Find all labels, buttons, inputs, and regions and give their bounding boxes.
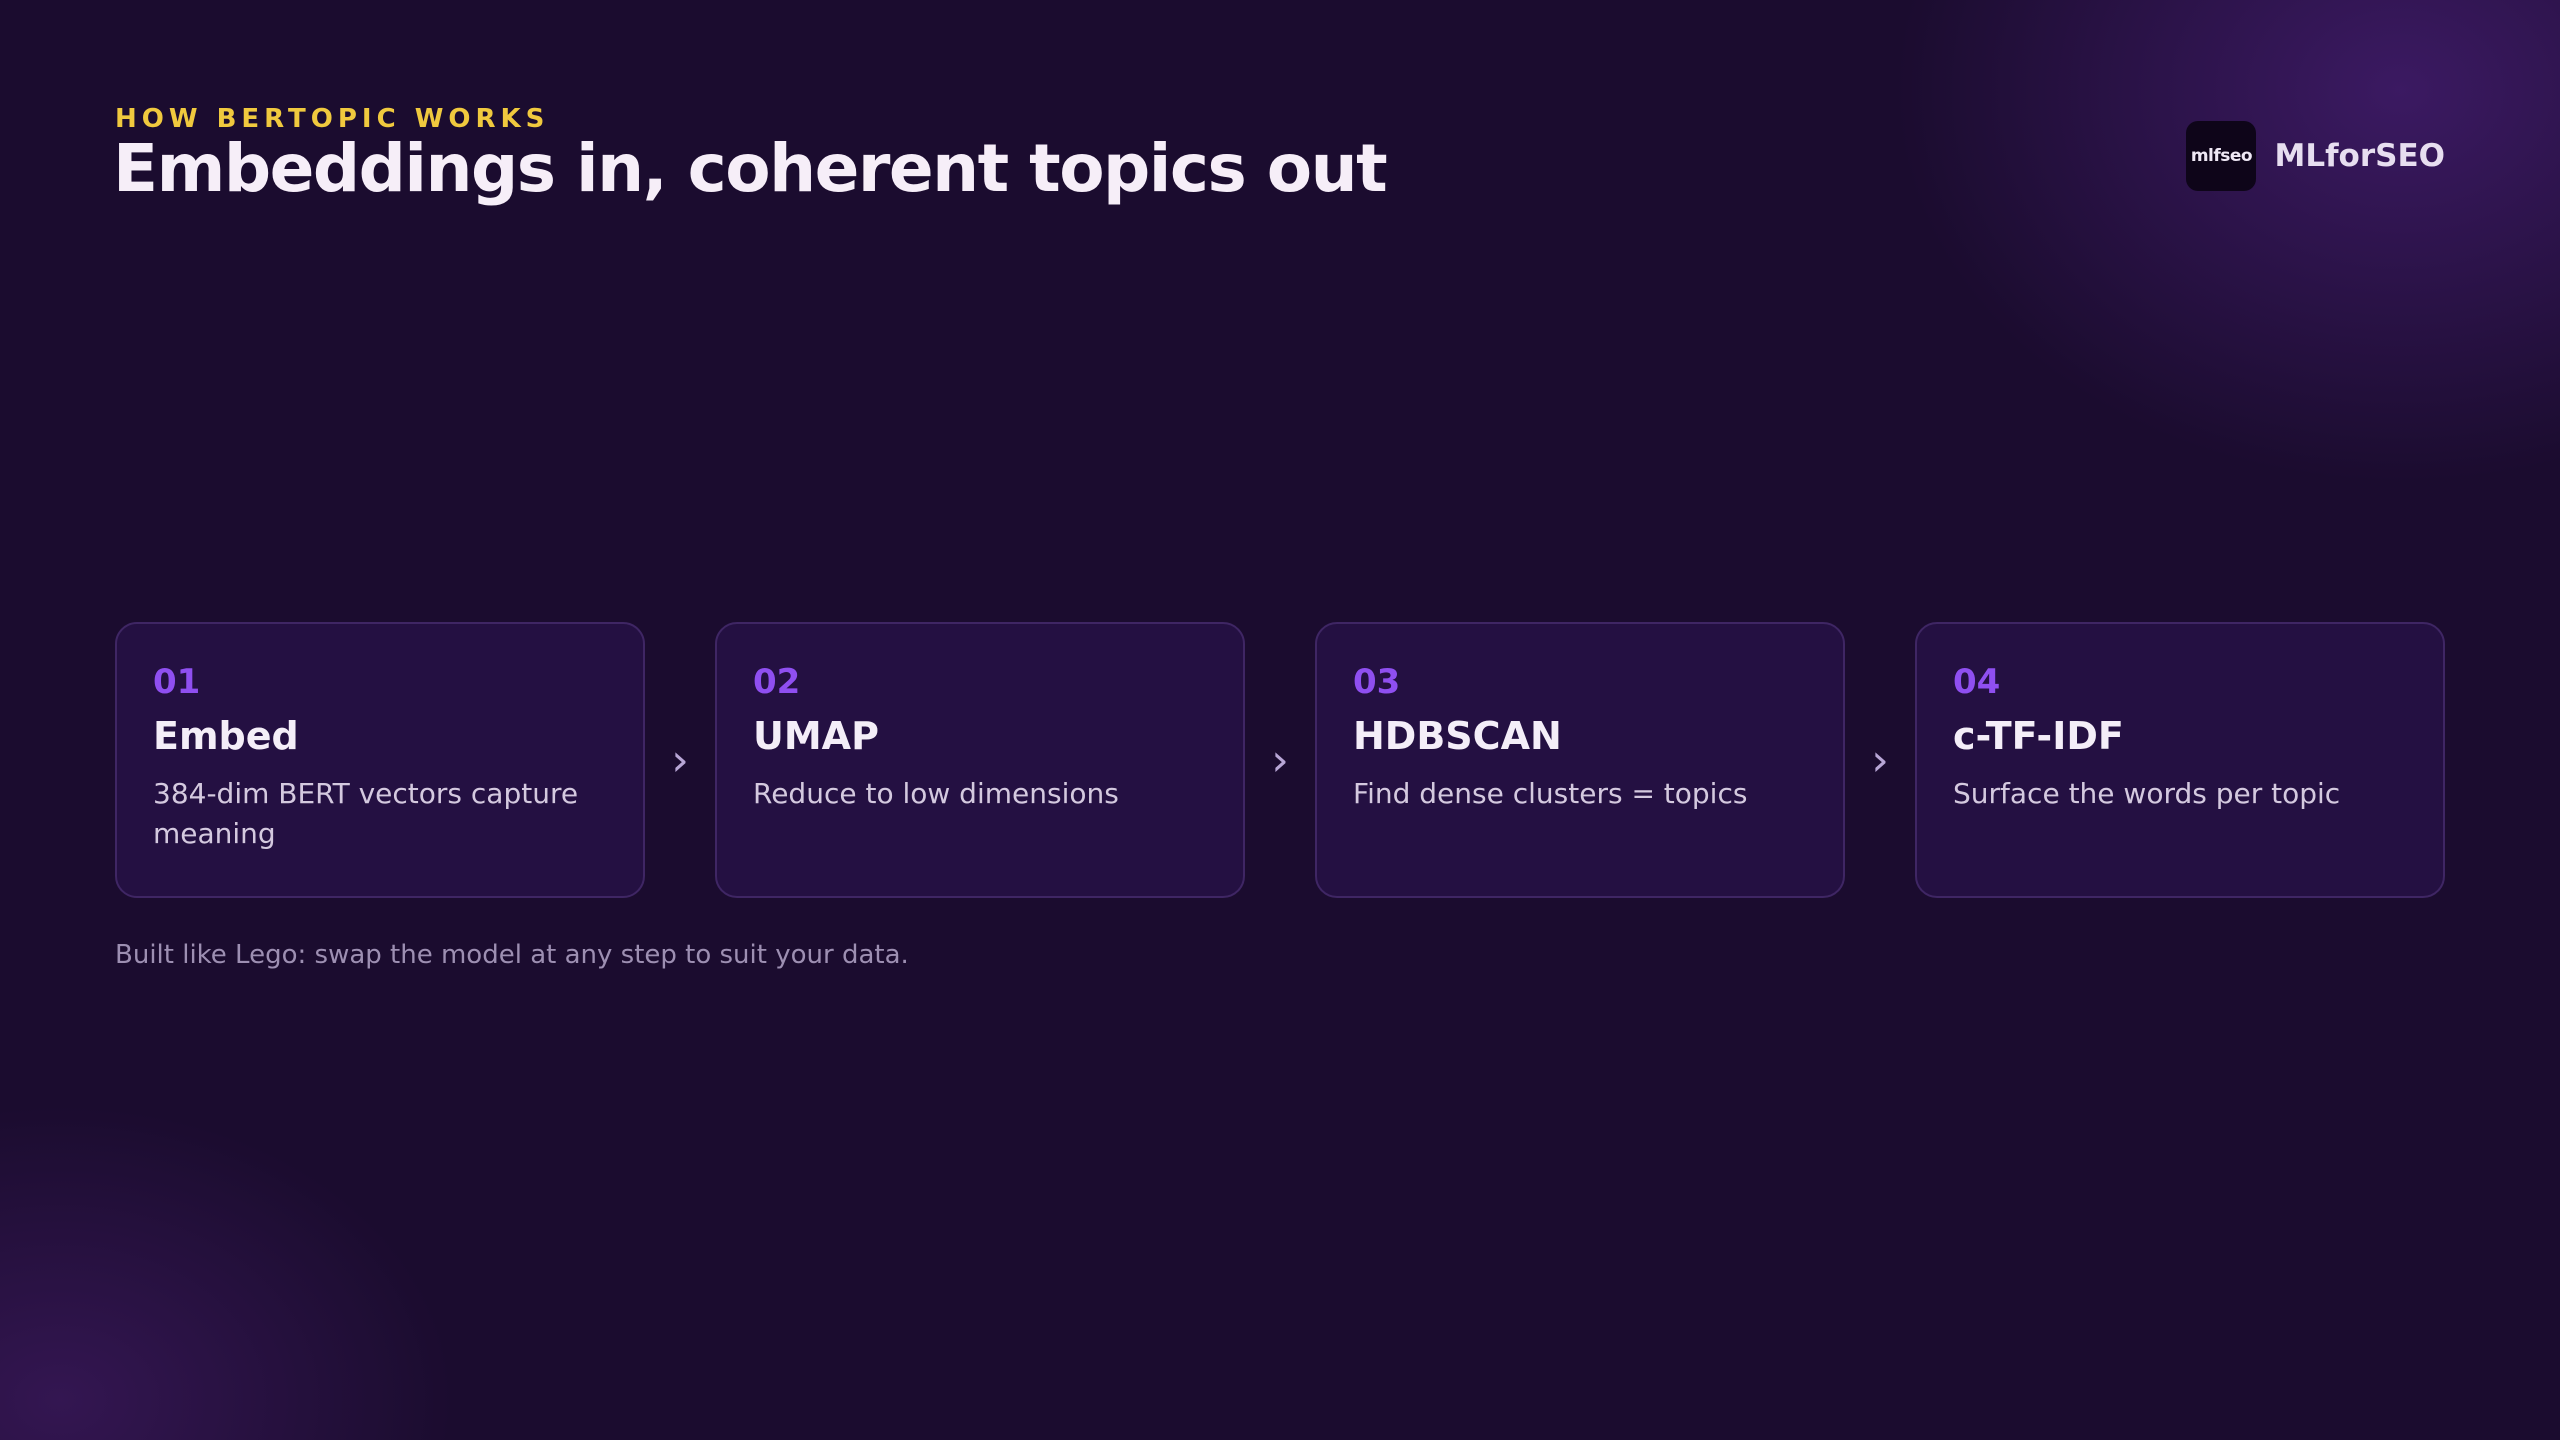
brand: mlfseo MLforSEO (2186, 121, 2445, 191)
step-card-embed: 01 Embed 384-dim BERT vectors capture me… (115, 622, 645, 898)
step-card-ctfidf: 04 c-TF-IDF Surface the words per topic (1915, 622, 2445, 898)
brand-name: MLforSEO (2274, 138, 2445, 174)
step-description: Surface the words per topic (1953, 777, 2341, 810)
slide-title: Embeddings in, coherent topics out (113, 130, 1388, 207)
chevron-right-icon: › (1271, 734, 1289, 786)
chevron-right-icon: › (1871, 734, 1889, 786)
step-number: 04 (1953, 662, 2001, 702)
step-number: 03 (1353, 662, 1401, 702)
pipeline-steps: 01 Embed 384-dim BERT vectors capture me… (115, 622, 2445, 898)
step-title: HDBSCAN (1353, 714, 1562, 758)
step-title: c-TF-IDF (1953, 714, 2124, 758)
step-title: UMAP (753, 714, 879, 758)
chevron-right-icon: › (671, 734, 689, 786)
step-description: Find dense clusters = topics (1353, 777, 1748, 810)
step-card-hdbscan: 03 HDBSCAN Find dense clusters = topics (1315, 622, 1845, 898)
step-number: 02 (753, 662, 801, 702)
step-description: 384-dim BERT vectors capture meaning (153, 777, 579, 850)
step-description: Reduce to low dimensions (753, 777, 1119, 810)
footnote: Built like Lego: swap the model at any s… (115, 940, 909, 970)
step-title: Embed (153, 714, 299, 758)
step-number: 01 (153, 662, 201, 702)
brand-logo: mlfseo (2186, 121, 2257, 191)
step-card-umap: 02 UMAP Reduce to low dimensions (715, 622, 1245, 898)
